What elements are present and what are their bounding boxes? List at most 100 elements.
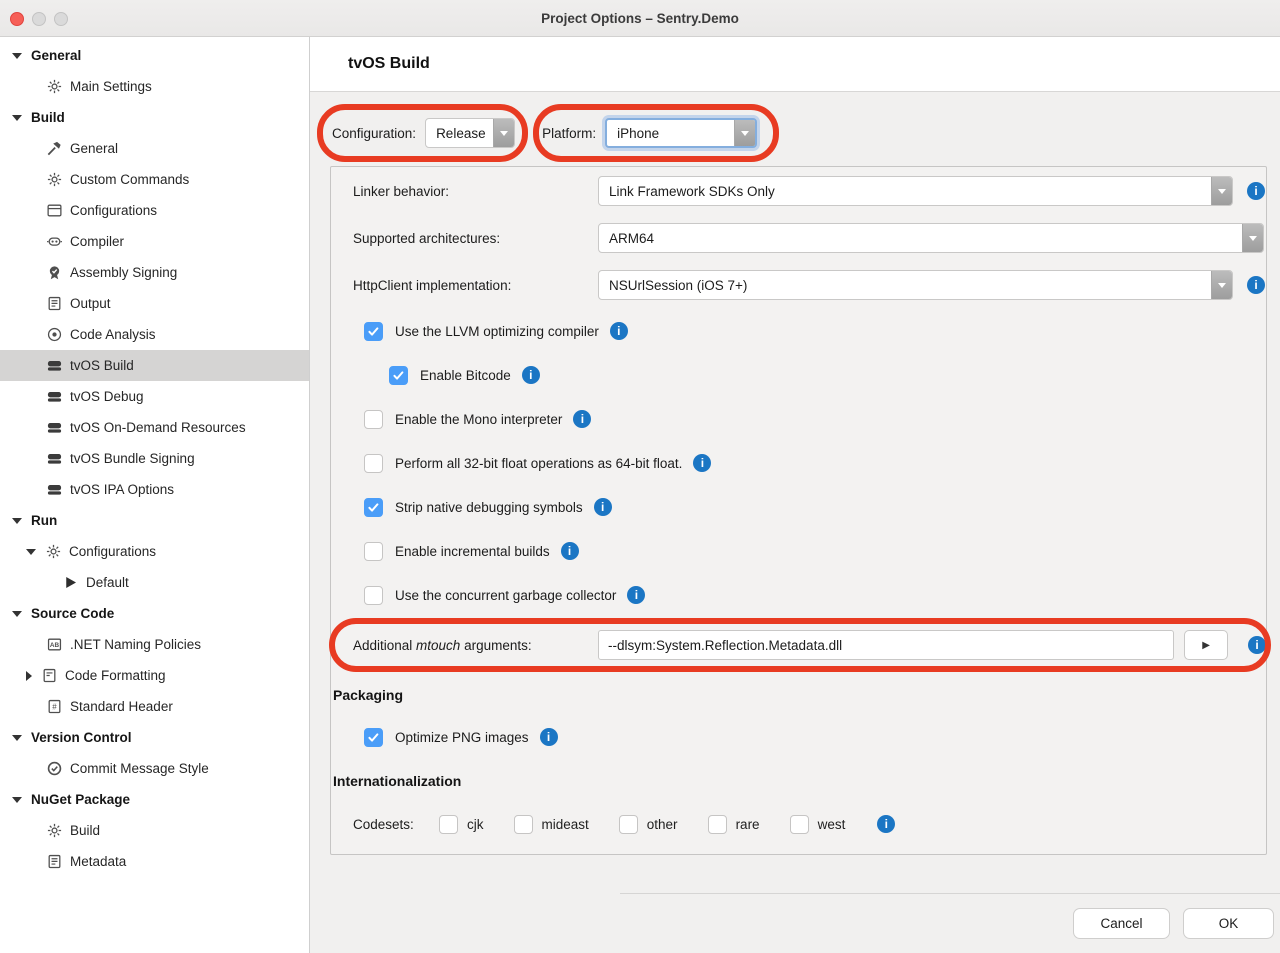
sidebar-item-label: Commit Message Style xyxy=(70,761,209,776)
info-icon[interactable]: i xyxy=(1247,276,1265,294)
sidebar-item-run[interactable]: Run xyxy=(0,505,309,536)
checkbox-label: Use the LLVM optimizing compiler xyxy=(395,324,599,339)
chevron-down-icon[interactable] xyxy=(12,611,22,617)
linker-behavior-dropdown[interactable]: Link Framework SDKs Only xyxy=(598,176,1233,206)
sidebar-item-tvos-on-demand-resources[interactable]: tvOS On-Demand Resources xyxy=(0,412,309,443)
sidebar-item-general[interactable]: General xyxy=(0,133,309,164)
mtouch-arguments-input[interactable] xyxy=(598,630,1174,660)
enable-incremental-builds-checkbox[interactable] xyxy=(364,542,383,561)
use-the-concurrent-garbage-collector-checkbox[interactable] xyxy=(364,586,383,605)
close-button[interactable] xyxy=(10,12,24,26)
perform-all-32-bit-float-operations-as-64-bit-float-checkbox[interactable] xyxy=(364,454,383,473)
httpclient-implementation-dropdown[interactable]: NSUrlSession (iOS 7+) xyxy=(598,270,1233,300)
sidebar-item-code-formatting[interactable]: Code Formatting xyxy=(0,660,309,691)
zoom-button[interactable] xyxy=(54,12,68,26)
sidebar-item-label: Configurations xyxy=(70,203,157,218)
sidebar-item-version-control[interactable]: Version Control xyxy=(0,722,309,753)
cancel-button[interactable]: Cancel xyxy=(1073,908,1170,939)
sidebar-item-assembly-signing[interactable]: Assembly Signing xyxy=(0,257,309,288)
sidebar-item-tvos-bundle-signing[interactable]: tvOS Bundle Signing xyxy=(0,443,309,474)
sidebar-item-main-settings[interactable]: Main Settings xyxy=(0,71,309,102)
mtouch-expand-button[interactable]: ▶ xyxy=(1184,630,1228,660)
row-label: Linker behavior: xyxy=(353,184,598,199)
configuration-value: Release xyxy=(426,126,493,141)
platform-dropdown[interactable]: iPhone xyxy=(605,118,757,148)
chevron-down-icon[interactable] xyxy=(12,115,22,121)
checkbox-label: Enable incremental builds xyxy=(395,544,550,559)
chevron-down-icon xyxy=(1242,224,1263,252)
minimize-button[interactable] xyxy=(32,12,46,26)
configuration-row: Configuration: Release Platform: iPhone xyxy=(332,118,1280,148)
sidebar-item-default[interactable]: Default xyxy=(0,567,309,598)
codeset-west-checkbox[interactable] xyxy=(790,815,809,834)
sidebar-item-output[interactable]: Output xyxy=(0,288,309,319)
sidebar-item-metadata[interactable]: Metadata xyxy=(0,846,309,877)
sidebar-item-build[interactable]: Build xyxy=(0,815,309,846)
enable-the-mono-interpreter-checkbox[interactable] xyxy=(364,410,383,429)
sidebar-item-compiler[interactable]: Compiler xyxy=(0,226,309,257)
enable-bitcode-checkbox[interactable] xyxy=(389,366,408,385)
chevron-down-icon[interactable] xyxy=(26,549,36,555)
info-icon[interactable]: i xyxy=(693,454,711,472)
info-icon[interactable]: i xyxy=(540,728,558,746)
sidebar-item-label: Compiler xyxy=(70,234,124,249)
sidebar-item-general[interactable]: General xyxy=(0,40,309,71)
codeset-mideast-checkbox[interactable] xyxy=(514,815,533,834)
sidebar-item-label: Source Code xyxy=(31,606,114,621)
configuration-dropdown[interactable]: Release xyxy=(425,118,515,148)
checkbox-label: west xyxy=(818,817,846,832)
document-lines-icon xyxy=(46,295,63,312)
sidebar-item-standard-header[interactable]: #Standard Header xyxy=(0,691,309,722)
mtouch-label-suffix: arguments: xyxy=(460,638,531,653)
info-icon[interactable]: i xyxy=(573,410,591,428)
sidebar-item-tvos-build[interactable]: tvOS Build xyxy=(0,350,309,381)
info-icon[interactable]: i xyxy=(561,542,579,560)
sidebar-item-configurations[interactable]: Configurations xyxy=(0,536,309,567)
chevron-down-icon[interactable] xyxy=(12,53,22,59)
internationalization-header: Internationalization xyxy=(333,773,1266,789)
checkbox-label: Use the concurrent garbage collector xyxy=(395,588,616,603)
tv-box-icon xyxy=(46,357,63,374)
info-icon[interactable]: i xyxy=(610,322,628,340)
sidebar-item-source-code[interactable]: Source Code xyxy=(0,598,309,629)
enable-bitcode-row: Enable Bitcodei xyxy=(389,365,1266,385)
info-icon[interactable]: i xyxy=(522,366,540,384)
checkbox-label: mideast xyxy=(542,817,589,832)
sidebar-item-label: Code Analysis xyxy=(70,327,156,342)
chevron-down-icon[interactable] xyxy=(12,735,22,741)
sidebar-item-label: NuGet Package xyxy=(31,792,130,807)
codeset-rare-checkbox[interactable] xyxy=(708,815,727,834)
info-icon[interactable]: i xyxy=(594,498,612,516)
info-icon[interactable]: i xyxy=(627,586,645,604)
codesets-row: Codesets: cjkmideastotherrarewest i xyxy=(353,814,1266,834)
supported-architectures-dropdown[interactable]: ARM64 xyxy=(598,223,1264,253)
optimize-png-checkbox[interactable] xyxy=(364,728,383,747)
chevron-down-icon xyxy=(1211,271,1232,299)
sidebar-item-label: Metadata xyxy=(70,854,126,869)
sidebar-item-tvos-debug[interactable]: tvOS Debug xyxy=(0,381,309,412)
sidebar-item-label: tvOS IPA Options xyxy=(70,482,174,497)
chevron-down-icon[interactable] xyxy=(12,518,22,524)
sidebar-item-build[interactable]: Build xyxy=(0,102,309,133)
sidebar-item-tvos-ipa-options[interactable]: tvOS IPA Options xyxy=(0,474,309,505)
chevron-down-icon[interactable] xyxy=(12,797,22,803)
platform-value: iPhone xyxy=(607,126,734,141)
chevron-right-icon[interactable] xyxy=(26,671,32,681)
info-icon[interactable]: i xyxy=(1247,182,1265,200)
codeset-other-checkbox[interactable] xyxy=(619,815,638,834)
sidebar-item-custom-commands[interactable]: Custom Commands xyxy=(0,164,309,195)
sidebar-item-code-analysis[interactable]: Code Analysis xyxy=(0,319,309,350)
platform-label: Platform: xyxy=(542,126,596,141)
sidebar-item-net-naming-policies[interactable]: AB.NET Naming Policies xyxy=(0,629,309,660)
dropdown-value: Link Framework SDKs Only xyxy=(599,184,1211,199)
use-the-llvm-optimizing-compiler-checkbox[interactable] xyxy=(364,322,383,341)
ok-button[interactable]: OK xyxy=(1183,908,1274,939)
info-icon[interactable]: i xyxy=(1248,636,1266,654)
sidebar-item-commit-message-style[interactable]: Commit Message Style xyxy=(0,753,309,784)
sidebar-item-label: General xyxy=(70,141,118,156)
codeset-cjk-checkbox[interactable] xyxy=(439,815,458,834)
sidebar-item-nuget-package[interactable]: NuGet Package xyxy=(0,784,309,815)
sidebar-item-configurations[interactable]: Configurations xyxy=(0,195,309,226)
info-icon[interactable]: i xyxy=(877,815,895,833)
strip-native-debugging-symbols-checkbox[interactable] xyxy=(364,498,383,517)
